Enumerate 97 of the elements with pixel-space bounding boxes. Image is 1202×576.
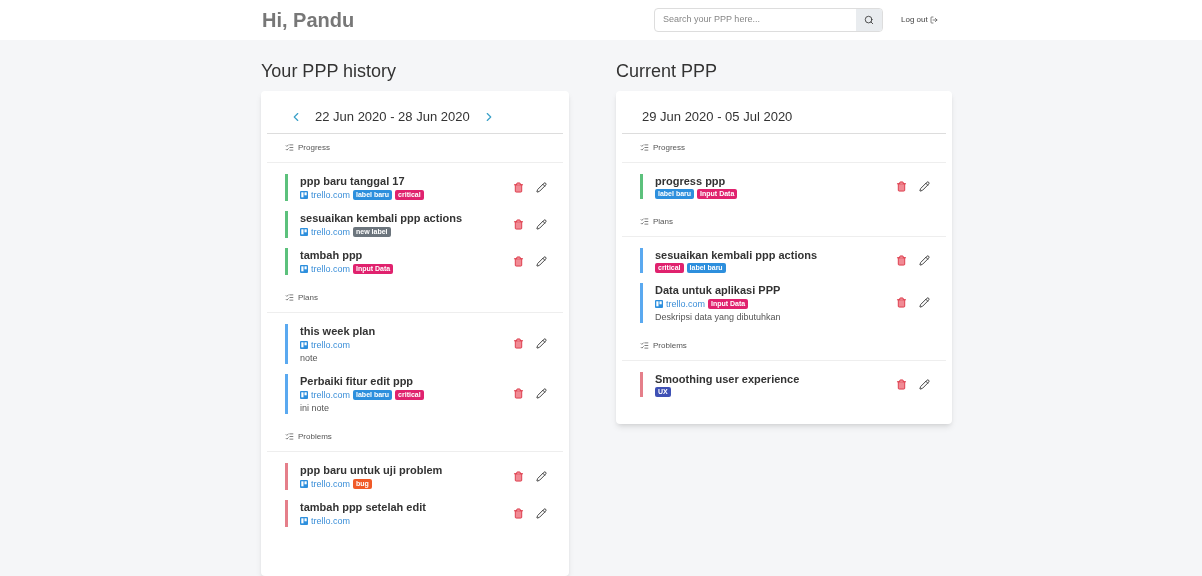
trello-link[interactable]: trello.com: [311, 477, 350, 490]
date-range: 29 Jun 2020 - 05 Jul 2020: [642, 108, 793, 126]
item-title: Perbaiki fitur edit ppp: [300, 373, 415, 388]
edit-button[interactable]: [536, 338, 547, 349]
board-icon: [300, 479, 308, 488]
pencil-icon: [536, 470, 547, 482]
greeting: Hi, Pandu: [262, 8, 356, 33]
item-title: tambah ppp: [300, 247, 364, 262]
item-title: progress ppp: [655, 173, 727, 188]
edit-button[interactable]: [536, 470, 547, 482]
logout-button[interactable]: Log out: [901, 14, 938, 26]
board-icon: [300, 340, 308, 349]
search-input[interactable]: Search your PPP here...: [655, 9, 856, 31]
pencil-icon: [536, 507, 547, 519]
list-icon: [640, 217, 649, 226]
pencil-icon: [536, 181, 547, 193]
delete-button[interactable]: [513, 388, 524, 399]
trello-link[interactable]: trello.com: [311, 388, 350, 401]
trash-icon: [513, 388, 524, 399]
search-button[interactable]: [856, 9, 882, 31]
delete-button[interactable]: [513, 255, 524, 267]
edit-button[interactable]: [919, 378, 930, 390]
item-title: sesuaikan kembali ppp actions: [300, 210, 463, 225]
search-icon: [864, 15, 874, 25]
item-title: tambah ppp setelah edit: [300, 499, 427, 514]
trash-icon: [513, 338, 524, 349]
section-title: Progress: [298, 141, 330, 154]
item-title: ppp baru untuk uji problem: [300, 462, 444, 477]
pencil-icon: [536, 338, 547, 349]
list-icon: [640, 341, 649, 350]
pencil-icon: [919, 297, 930, 308]
board-icon: [300, 264, 308, 273]
search-field[interactable]: Search your PPP here...: [654, 8, 883, 32]
trello-link[interactable]: trello.com: [311, 262, 350, 275]
trello-link[interactable]: trello.com: [311, 338, 350, 351]
item-title: sesuaikan kembali ppp actions: [655, 247, 818, 262]
item-title: this week plan: [300, 323, 377, 338]
section-title: Problems: [653, 339, 687, 352]
trello-link[interactable]: trello.com: [311, 188, 350, 201]
board-icon: [300, 516, 308, 525]
delete-button[interactable]: [513, 338, 524, 349]
section-title: Plans: [298, 291, 318, 304]
delete-button[interactable]: [513, 218, 524, 230]
edit-button[interactable]: [536, 181, 547, 193]
list-icon: [285, 293, 294, 302]
pencil-icon: [919, 180, 930, 192]
column-title: Your PPP history: [261, 60, 398, 83]
edit-button[interactable]: [919, 180, 930, 192]
list-icon: [640, 143, 649, 152]
list-icon: [285, 143, 294, 152]
edit-button[interactable]: [536, 218, 547, 230]
date-range: 22 Jun 2020 - 28 Jun 2020: [315, 108, 470, 126]
edit-button[interactable]: [919, 254, 930, 266]
section-title: Plans: [653, 215, 673, 228]
delete-button[interactable]: [513, 507, 524, 519]
trello-link[interactable]: trello.com: [311, 225, 350, 238]
board-icon: [300, 390, 308, 399]
trash-icon: [513, 470, 524, 482]
delete-button[interactable]: [513, 470, 524, 482]
item-note: note: [300, 351, 319, 364]
trash-icon: [896, 180, 907, 192]
pencil-icon: [536, 218, 547, 230]
trello-link[interactable]: trello.com: [666, 297, 705, 310]
pencil-icon: [919, 254, 930, 266]
pencil-icon: [919, 378, 930, 390]
edit-button[interactable]: [536, 388, 547, 399]
logout-icon: [929, 16, 938, 24]
pencil-icon: [536, 255, 547, 267]
trello-link[interactable]: trello.com: [311, 514, 350, 527]
section-title: Progress: [653, 141, 685, 154]
item-title: Smoothing user experience: [655, 371, 801, 386]
board-icon: [300, 190, 308, 199]
edit-button[interactable]: [536, 507, 547, 519]
trash-icon: [896, 297, 907, 308]
delete-button[interactable]: [896, 254, 907, 266]
item-note: ini note: [300, 401, 331, 414]
board-icon: [655, 299, 663, 308]
section-title: Problems: [298, 430, 332, 443]
column-title: Current PPP: [616, 60, 719, 83]
edit-button[interactable]: [536, 255, 547, 267]
trash-icon: [513, 255, 524, 267]
item-title: Data untuk aplikasi PPP: [655, 282, 782, 297]
trash-icon: [513, 181, 524, 193]
delete-button[interactable]: [896, 378, 907, 390]
trash-icon: [896, 378, 907, 390]
item-note: Deskripsi data yang dibutuhkan: [655, 310, 782, 323]
board-icon: [300, 227, 308, 236]
trash-icon: [513, 507, 524, 519]
trash-icon: [513, 218, 524, 230]
item-title: ppp baru tanggal 17: [300, 173, 406, 188]
delete-button[interactable]: [513, 181, 524, 193]
pencil-icon: [536, 388, 547, 399]
edit-button[interactable]: [919, 297, 930, 308]
delete-button[interactable]: [896, 297, 907, 308]
list-icon: [285, 432, 294, 441]
trash-icon: [896, 254, 907, 266]
delete-button[interactable]: [896, 180, 907, 192]
